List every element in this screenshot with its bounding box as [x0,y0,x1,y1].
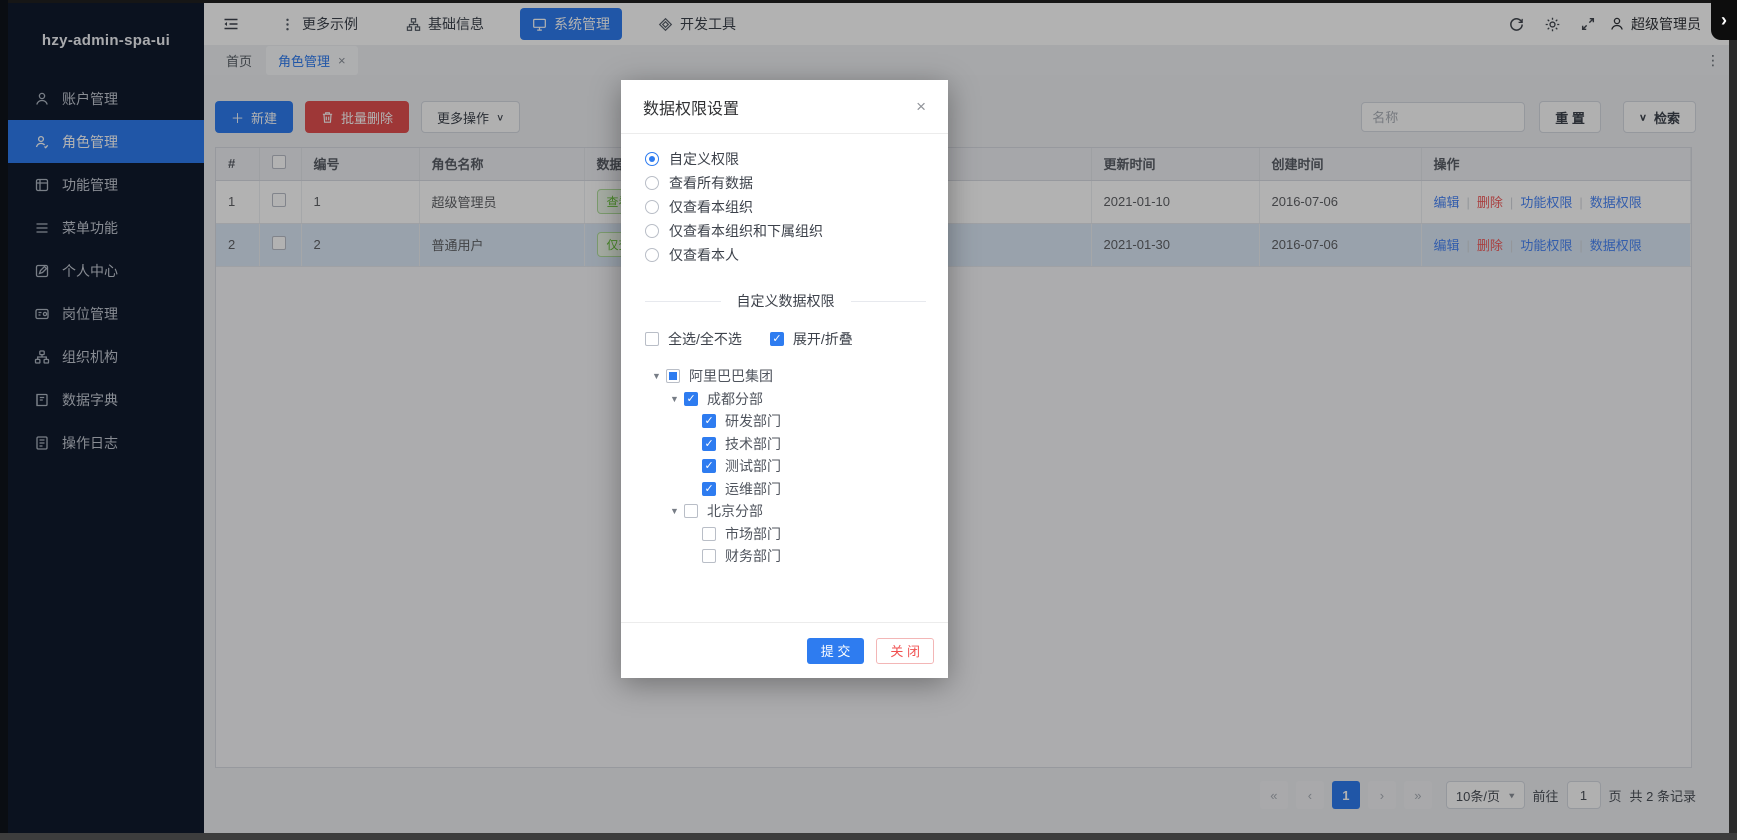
tree-node-branch[interactable]: ▼ 北京分部 [652,500,926,523]
tree-node-leaf[interactable]: ▼ 测试部门 [652,455,926,478]
tree-node-label: 测试部门 [725,456,781,476]
side-panel-toggle-chevron[interactable]: › [1711,0,1737,40]
radio-option-all-data[interactable]: 查看所有数据 [645,171,926,195]
tree-node-leaf[interactable]: ▼ 财务部门 [652,545,926,568]
radio-label: 仅查看本组织和下属组织 [669,221,823,241]
data-permission-dialog: 数据权限设置 × 自定义权限 查看所有数据 仅查看本组织 仅查看本组织和下属组织 [621,80,948,678]
tree-node-leaf[interactable]: ▼ 运维部门 [652,478,926,501]
tree-toggle-row: 全选/全不选 展开/折叠 [645,329,926,349]
radio-option-self-only[interactable]: 仅查看本人 [645,243,926,267]
tree-node-label: 市场部门 [725,524,781,544]
organization-tree: ▼ 阿里巴巴集团 ▼ 成都分部 ▼ 研发部门 ▼ 技术部门 [652,365,926,568]
tree-checkbox[interactable] [684,504,698,518]
tree-node-leaf[interactable]: ▼ 技术部门 [652,433,926,456]
tree-node-label: 运维部门 [725,479,781,499]
select-all-tree-checkbox[interactable] [645,332,659,346]
window-edge-right [1729,0,1737,840]
radio-label: 自定义权限 [669,149,739,169]
submit-button[interactable]: 提 交 [807,638,865,664]
dialog-header: 数据权限设置 × [621,80,948,134]
tree-checkbox[interactable] [684,392,698,406]
radio-label: 仅查看本人 [669,245,739,265]
tree-checkbox[interactable] [702,437,716,451]
window-edge-bottom [0,833,1737,840]
dialog-close-icon[interactable]: × [916,97,926,117]
expand-collapse-label: 展开/折叠 [793,329,853,349]
tree-node-label: 阿里巴巴集团 [689,366,773,386]
dialog-title: 数据权限设置 [643,95,739,119]
expand-arrow-icon[interactable]: ▼ [652,371,666,381]
radio-icon[interactable] [645,176,659,190]
select-all-tree-label: 全选/全不选 [668,329,742,349]
tree-node-label: 研发部门 [725,411,781,431]
radio-icon[interactable] [645,224,659,238]
tree-node-label: 北京分部 [707,501,763,521]
tree-checkbox[interactable] [702,549,716,563]
radio-icon[interactable] [645,200,659,214]
expand-arrow-icon[interactable]: ▼ [670,506,684,516]
radio-option-org-and-sub[interactable]: 仅查看本组织和下属组织 [645,219,926,243]
window-edge-top [0,0,1737,3]
radio-label: 查看所有数据 [669,173,753,193]
close-button[interactable]: 关 闭 [876,638,934,664]
radio-label: 仅查看本组织 [669,197,753,217]
radio-option-custom[interactable]: 自定义权限 [645,147,926,171]
radio-icon[interactable] [645,152,659,166]
tree-node-group[interactable]: ▼ 阿里巴巴集团 [652,365,926,388]
tree-checkbox[interactable] [702,414,716,428]
radio-option-own-org[interactable]: 仅查看本组织 [645,195,926,219]
expand-collapse-checkbox[interactable] [770,332,784,346]
tree-checkbox[interactable] [702,459,716,473]
tree-node-label: 成都分部 [707,389,763,409]
divider-label: 自定义数据权限 [721,291,851,311]
expand-arrow-icon[interactable]: ▼ [670,394,684,404]
radio-icon[interactable] [645,248,659,262]
dialog-body: 自定义权限 查看所有数据 仅查看本组织 仅查看本组织和下属组织 仅查看本人 自定… [621,134,948,622]
tree-node-leaf[interactable]: ▼ 市场部门 [652,523,926,546]
custom-permission-divider: 自定义数据权限 [645,291,926,311]
tree-checkbox[interactable] [666,369,680,383]
tree-checkbox[interactable] [702,482,716,496]
tree-checkbox[interactable] [702,527,716,541]
tree-node-leaf[interactable]: ▼ 研发部门 [652,410,926,433]
window-edge-left [0,0,8,840]
dialog-footer: 提 交 关 闭 [621,622,948,678]
tree-node-label: 技术部门 [725,434,781,454]
tree-node-branch[interactable]: ▼ 成都分部 [652,388,926,411]
tree-node-label: 财务部门 [725,546,781,566]
screenshot-stage: hzy-admin-spa-ui 账户管理 角色管理 功能管理 菜单功能 个人中… [0,0,1737,840]
